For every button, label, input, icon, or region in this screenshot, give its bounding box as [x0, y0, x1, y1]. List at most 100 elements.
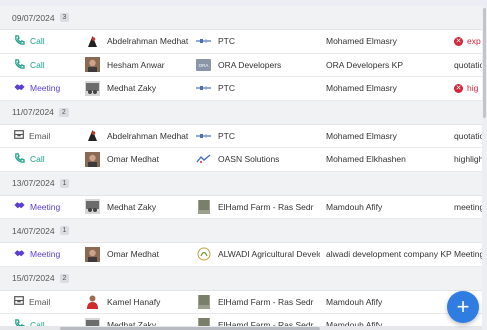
organization-cell[interactable]: OASN Solutions — [196, 152, 324, 166]
contact-cell[interactable]: Abdelrahman Medhat Zaky — [85, 128, 196, 143]
date-group-header[interactable]: 09/07/2024 3 — [0, 6, 482, 30]
subject-text: Meeting — [454, 249, 482, 260]
group-count-badge: 1 — [59, 226, 70, 235]
subject-text: meeting — [454, 201, 482, 212]
organization-name[interactable]: PTC — [218, 36, 320, 46]
contact-cell[interactable]: Medhat Zaky — [85, 199, 196, 215]
organization-name[interactable]: PTC — [218, 83, 320, 93]
organization-cell[interactable]: ElHamd Farm - Ras Sedr — [196, 199, 324, 214]
add-activity-button[interactable]: + — [447, 291, 479, 323]
subject-cell: Meeting — [454, 249, 482, 259]
deal-name[interactable]: Mohamed Elmasry — [324, 83, 454, 93]
date-group-header[interactable]: 14/07/2024 1 — [0, 219, 482, 243]
organization-logo — [196, 152, 211, 166]
subject-cell: meeting — [454, 202, 482, 212]
deal-name[interactable]: alwadi development company KP — [324, 249, 454, 259]
activity-type-cell: Email — [0, 130, 85, 141]
contact-avatar — [85, 34, 100, 49]
subject-text: exp — [467, 36, 481, 47]
contact-avatar — [85, 80, 100, 96]
email-icon — [14, 130, 24, 141]
deal-name[interactable]: Mohamed Elmasry — [324, 131, 454, 141]
organization-cell[interactable]: ORA ORA Developers — [196, 58, 324, 72]
subject-cell: highligh — [454, 154, 482, 164]
organization-cell[interactable]: PTC — [196, 34, 324, 48]
vertical-scroll-thumb[interactable] — [483, 8, 486, 118]
date-group-header[interactable]: 13/07/2024 1 — [0, 171, 482, 196]
date-group-header[interactable]: 15/07/2024 2 — [0, 266, 482, 291]
activity-row[interactable]: Meeting Medhat Zaky PTC Mohamed Elmasry ✕ hig — [0, 77, 482, 101]
contact-name[interactable]: Abdelrahman Medhat Zaky — [107, 131, 189, 141]
contact-cell[interactable]: Omar Medhat — [85, 151, 196, 167]
organization-cell[interactable]: PTC — [196, 129, 324, 143]
contact-cell[interactable]: Hesham Anwar — [85, 57, 196, 73]
activity-type-cell: Meeting — [0, 83, 85, 94]
contact-cell[interactable]: Omar Medhat — [85, 246, 196, 262]
organization-cell[interactable]: ALWADI Agricultural Development — [196, 247, 324, 261]
activity-type-cell: Meeting — [0, 249, 85, 260]
organization-name[interactable]: PTC — [218, 131, 320, 141]
activity-type-label: Call — [30, 36, 45, 47]
organization-logo — [196, 34, 211, 48]
deal-name[interactable]: Mohamed Elkhashen — [324, 154, 454, 164]
contact-cell[interactable]: Medhat Zaky — [85, 80, 196, 96]
activity-row[interactable]: Call Omar Medhat OASN Solutions Mohamed Elk… — [0, 148, 482, 172]
activity-row[interactable]: Email Abdelrahman Medhat Zaky PTC Mohamed E… — [0, 124, 482, 148]
contact-name[interactable]: Medhat Zaky — [107, 202, 189, 212]
activity-row[interactable]: Meeting Omar Medhat ALWADI Agricultural De… — [0, 243, 482, 267]
organization-cell[interactable]: PTC — [196, 81, 324, 95]
overdue-status-icon: ✕ — [454, 36, 463, 46]
contact-name[interactable]: Abdelrahman Medhat Zaky — [107, 36, 189, 46]
subject-cell: ✕ hig — [454, 83, 482, 93]
activity-type-cell: Call — [0, 59, 85, 71]
activity-row[interactable]: Meeting Medhat Zaky ElHamd Farm - Ras Sedr… — [0, 195, 482, 219]
activity-row[interactable]: Email Kamel Hanafy ElHamd Farm - Ras Sedr M… — [0, 290, 482, 314]
organization-name[interactable]: ElHamd Farm - Ras Sedr — [218, 202, 320, 212]
contact-avatar — [85, 246, 100, 262]
meeting-icon — [14, 249, 25, 260]
activity-type-label: Meeting — [30, 201, 61, 212]
activity-type-cell: Email — [0, 296, 85, 307]
meeting-icon — [14, 83, 25, 94]
organization-cell[interactable]: ElHamd Farm - Ras Sedr — [196, 294, 324, 309]
activity-row[interactable]: Call Hesham Anwar ORA ORA Developers ORA Dev… — [0, 53, 482, 77]
activity-row[interactable]: Call Abdelrahman Medhat Zaky PTC Mohamed El… — [0, 30, 482, 54]
subject-text: hig — [467, 83, 479, 94]
contact-name[interactable]: Medhat Zaky — [107, 83, 189, 93]
deal-name[interactable]: Mamdouh Afify — [324, 202, 454, 212]
subject-cell: ✕ exp — [454, 36, 482, 46]
email-icon — [14, 296, 24, 307]
contact-avatar — [85, 294, 100, 310]
organization-name[interactable]: ElHamd Farm - Ras Sedr — [218, 297, 320, 307]
group-date: 09/07/2024 — [12, 12, 55, 23]
subject-text: quotatio — [454, 130, 482, 141]
organization-logo — [196, 294, 211, 309]
activity-type-label: Email — [29, 296, 51, 307]
activity-type-label: Call — [30, 59, 45, 70]
contact-name[interactable]: Kamel Hanafy — [107, 297, 189, 307]
activity-type-label: Email — [29, 130, 51, 141]
call-icon — [14, 153, 25, 165]
subject-cell: quotatio — [454, 60, 482, 70]
contact-name[interactable]: Omar Medhat — [107, 154, 189, 164]
group-count-badge: 3 — [59, 13, 70, 22]
deal-name[interactable]: Mohamed Elmasry — [324, 36, 454, 46]
svg-text:ORA: ORA — [199, 63, 209, 68]
organization-name[interactable]: ORA Developers — [218, 60, 320, 70]
date-group-header[interactable]: 11/07/2024 2 — [0, 100, 482, 125]
group-count-badge: 1 — [59, 178, 70, 188]
subject-text: highligh — [454, 154, 482, 165]
contact-name[interactable]: Omar Medhat — [107, 249, 189, 259]
contact-name[interactable]: Hesham Anwar — [107, 60, 189, 70]
subject-text: quotatio — [454, 59, 482, 70]
deal-name[interactable]: ORA Developers KP — [324, 60, 454, 70]
organization-name[interactable]: ALWADI Agricultural Development — [218, 249, 320, 259]
contact-cell[interactable]: Abdelrahman Medhat Zaky — [85, 34, 196, 49]
contact-cell[interactable]: Kamel Hanafy — [85, 294, 196, 310]
activity-list: 09/07/2024 3 Call Abdelrahman Medhat Zaky PT… — [0, 6, 482, 330]
meeting-icon — [14, 201, 25, 212]
activity-type-cell: Call — [0, 153, 85, 165]
deal-name[interactable]: Mamdouh Afify — [324, 297, 454, 307]
organization-logo — [196, 199, 211, 214]
organization-name[interactable]: OASN Solutions — [218, 154, 320, 164]
